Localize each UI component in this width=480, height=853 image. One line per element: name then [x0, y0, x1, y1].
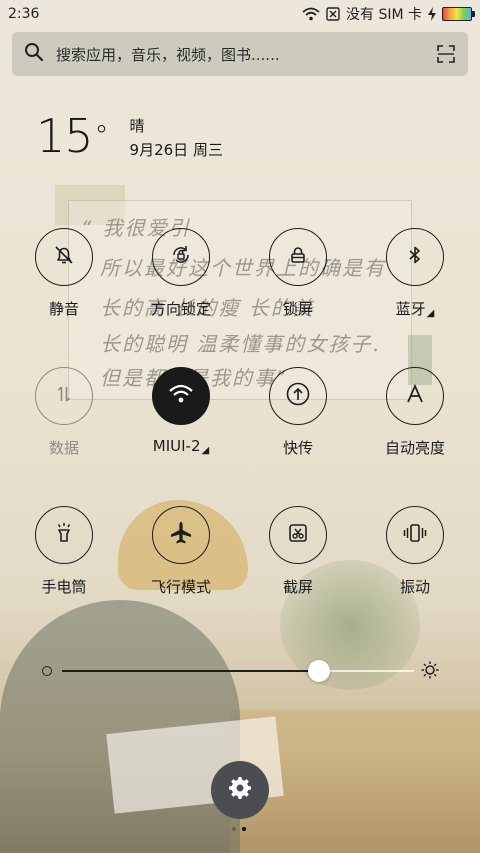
temperature: 15° [36, 109, 109, 163]
toggle-airplane-mode-button[interactable] [152, 506, 210, 564]
battery-icon [442, 7, 475, 21]
toggle-lock-screen[interactable]: 锁屏 [243, 228, 353, 319]
toggle-wifi-button[interactable] [152, 367, 210, 425]
toggle-flashlight-button[interactable] [35, 506, 93, 564]
brightness-track[interactable] [62, 660, 414, 682]
wifi-icon [168, 383, 194, 409]
brightness-slider[interactable] [40, 658, 440, 684]
wifi-icon [302, 7, 320, 21]
toggle-rotation-lock-label: 方向锁定 [150, 300, 211, 318]
toggle-mobile-data-label: 数据 [48, 439, 79, 457]
more-options-icon: ◢ [201, 445, 210, 456]
toggle-lock-screen-label: 锁屏 [282, 300, 313, 318]
toggle-rotation-lock-button[interactable] [152, 228, 210, 286]
vibrate-icon [402, 521, 428, 549]
carrier-text: 没有 SIM 卡 [346, 7, 422, 23]
letter-a-icon [403, 382, 427, 410]
airplane-icon [168, 520, 194, 550]
more-options-icon: ◢ [426, 308, 435, 319]
status-icons: 没有 SIM 卡 [302, 4, 475, 24]
weather-widget[interactable]: 15° 晴 9月26日 周三 [36, 110, 223, 162]
rotation-lock-icon [169, 243, 193, 271]
toggle-auto-brightness-button[interactable] [386, 367, 444, 425]
data-arrows-icon [52, 382, 76, 410]
toggle-silent-button[interactable] [35, 228, 93, 286]
toggle-screenshot-label: 截屏 [282, 578, 313, 596]
toggle-screenshot-button[interactable] [269, 506, 327, 564]
screenshot-icon [286, 521, 310, 549]
toggle-flashlight[interactable]: 手电筒 [9, 506, 119, 597]
page-dot-active [242, 827, 246, 831]
toggle-mobile-data-button[interactable] [35, 367, 93, 425]
weather-meta: 晴 9月26日 周三 [130, 114, 223, 162]
lock-icon [286, 243, 310, 271]
bell-off-icon [52, 243, 76, 271]
page-indicator [232, 827, 246, 831]
toggle-wifi-label-text: MIUI-2 [152, 437, 201, 455]
toggle-bluetooth-label-text: 蓝牙 [395, 300, 426, 318]
toggle-bluetooth[interactable]: 蓝牙◢ [360, 228, 470, 319]
no-sim-icon [326, 7, 340, 21]
toggle-vibrate-button[interactable] [386, 506, 444, 564]
weather-date: 9月26日 周三 [129, 141, 223, 159]
settings-button[interactable] [211, 761, 269, 819]
toggle-quick-transfer-button[interactable] [269, 367, 327, 425]
transfer-icon [285, 381, 311, 411]
search-input[interactable]: 搜索应用，音乐，视频，图书...... [56, 44, 424, 65]
temperature-value: 15 [36, 109, 94, 163]
wallpaper-handwriting-line: 长的聪明 温柔懂事的女孩子. [100, 332, 381, 356]
status-time: 2:36 [8, 6, 40, 22]
toggle-airplane-mode-label: 飞行模式 [150, 578, 211, 596]
toggle-quick-transfer[interactable]: 快传 [243, 367, 353, 458]
search-icon [24, 42, 44, 66]
toggle-bluetooth-label: 蓝牙◢ [396, 298, 435, 319]
toggle-vibrate[interactable]: 振动 [360, 506, 470, 597]
toggle-lock-screen-button[interactable] [269, 228, 327, 286]
toggle-screenshot[interactable]: 截屏 [243, 506, 353, 597]
toggle-rotation-lock[interactable]: 方向锁定 [126, 228, 236, 319]
gear-icon [228, 776, 252, 804]
toggle-mobile-data[interactable]: 数据 [9, 367, 119, 458]
bluetooth-icon [403, 243, 427, 271]
degree-symbol: ° [94, 119, 109, 152]
search-bar[interactable]: 搜索应用，音乐，视频，图书...... [12, 32, 468, 76]
status-bar: 2:36 没有 SIM 卡 [0, 0, 480, 28]
brightness-thumb[interactable] [307, 660, 330, 682]
page-dot [232, 827, 236, 831]
toggle-vibrate-label: 振动 [399, 578, 430, 596]
toggle-auto-brightness-label: 自动亮度 [384, 439, 445, 457]
brightness-high-icon [420, 660, 440, 680]
brightness-fill [62, 670, 319, 672]
toggle-silent[interactable]: 静音 [9, 228, 119, 319]
scan-icon[interactable] [436, 44, 456, 64]
toggle-airplane-mode[interactable]: 飞行模式 [126, 506, 236, 597]
toggle-quick-transfer-label: 快传 [282, 439, 313, 457]
toggle-auto-brightness[interactable]: 自动亮度 [360, 367, 470, 458]
brightness-low-icon [42, 666, 52, 676]
toggle-wifi[interactable]: MIUI-2◢ [126, 367, 236, 456]
toggle-flashlight-label: 手电筒 [41, 578, 87, 596]
weather-condition: 晴 [129, 117, 145, 135]
toggle-silent-label: 静音 [48, 300, 79, 318]
charging-icon [428, 7, 436, 21]
toggle-wifi-label: MIUI-2◢ [153, 437, 209, 456]
flashlight-icon [52, 521, 76, 549]
toggle-bluetooth-button[interactable] [386, 228, 444, 286]
